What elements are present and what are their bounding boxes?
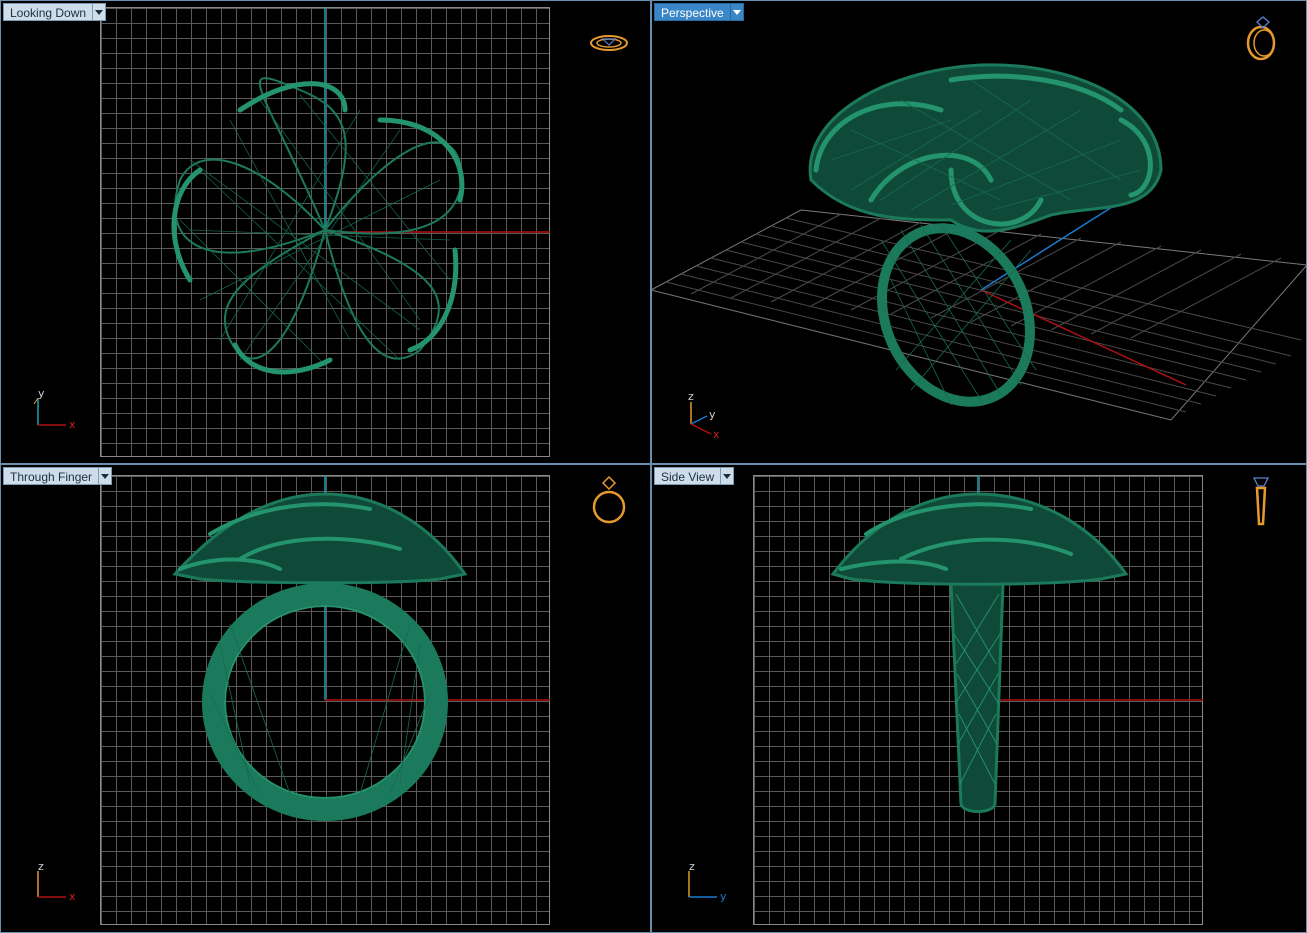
axis-label-z: z	[688, 390, 694, 403]
axis-triad-top: y x	[33, 387, 76, 431]
ring-model	[172, 492, 468, 821]
axis-label-x: x	[69, 890, 76, 903]
axis-triad-perspective: z y x	[688, 390, 720, 441]
axis-label-y: y	[720, 890, 727, 903]
viewport-through-finger[interactable]: z x Through Finger	[0, 464, 651, 933]
viewport-tab-looking-down[interactable]: Looking Down	[3, 3, 107, 21]
viewport-side-view[interactable]: z y Side View	[651, 464, 1307, 933]
axis-label-z: z	[38, 860, 44, 873]
viewport-tab-label: Side View	[654, 467, 722, 485]
axis-label-y: y	[709, 408, 716, 421]
viewport-tab-label: Through Finger	[3, 467, 100, 485]
ring-top-view-icon[interactable]	[588, 30, 630, 54]
viewport-tab-through-finger[interactable]: Through Finger	[3, 467, 113, 485]
chevron-down-icon[interactable]	[99, 467, 113, 485]
viewport-tab-side-view[interactable]: Side View	[654, 467, 735, 485]
chevron-down-icon[interactable]	[730, 3, 744, 21]
axis-label-x: x	[713, 428, 720, 441]
viewport-perspective[interactable]: z y x Perspective	[651, 0, 1307, 464]
viewport-tab-label: Perspective	[654, 3, 731, 21]
axis-label-y: y	[38, 387, 45, 400]
viewport-looking-down[interactable]: y x Looking Down	[0, 0, 651, 464]
ring-perspective-icon[interactable]	[1243, 14, 1283, 62]
ring-model	[830, 492, 1129, 813]
chevron-down-icon[interactable]	[93, 3, 107, 21]
axis-label-x: x	[69, 418, 76, 431]
ring-model	[808, 63, 1163, 407]
axis-label-z: z	[689, 860, 695, 873]
viewport-tab-label: Looking Down	[3, 3, 94, 21]
ring-front-view-icon[interactable]	[588, 474, 630, 526]
axis-triad-side: z y	[688, 860, 727, 903]
ring-side-view-icon[interactable]	[1247, 474, 1275, 530]
ring-model	[171, 77, 465, 375]
chevron-down-icon[interactable]	[721, 467, 735, 485]
axis-triad-front: z x	[37, 860, 76, 903]
viewport-tab-perspective[interactable]: Perspective	[654, 3, 744, 21]
